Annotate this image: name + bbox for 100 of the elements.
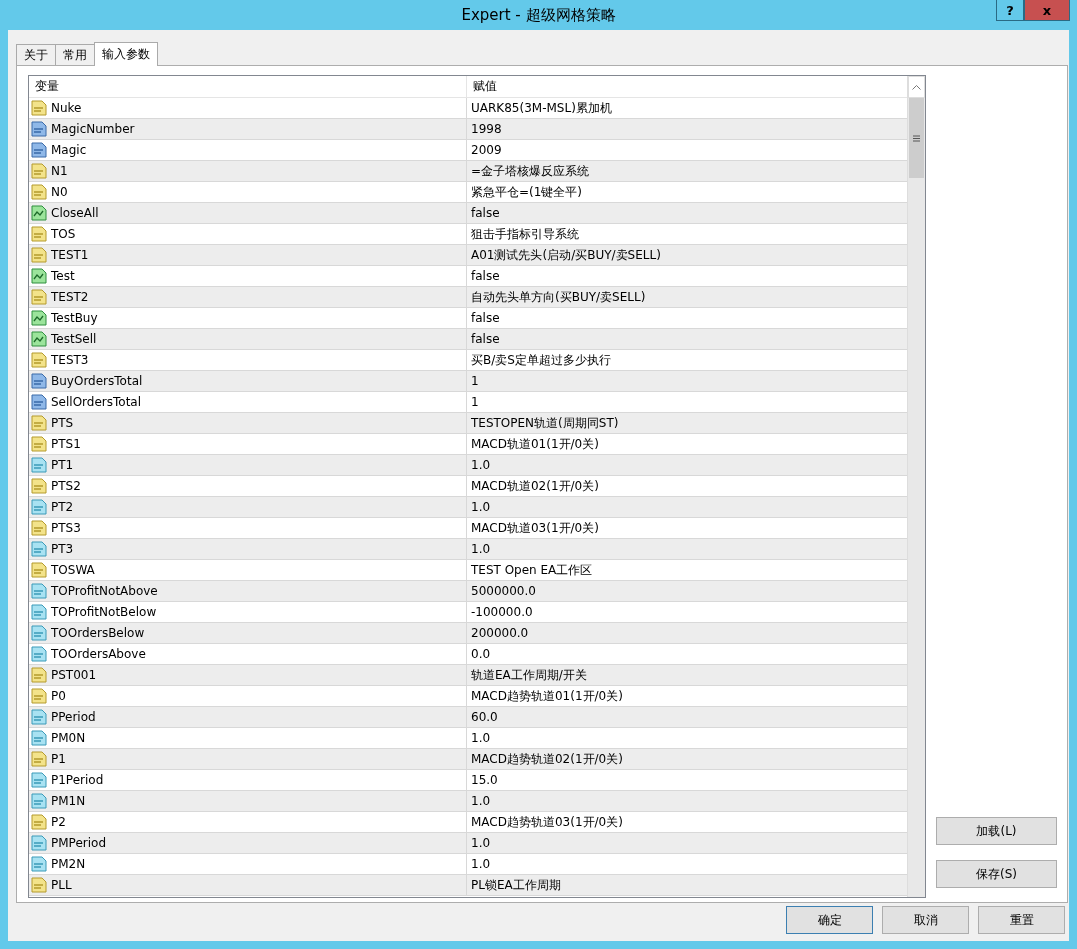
text-type-icon bbox=[31, 520, 47, 536]
parameter-value[interactable]: 1.0 bbox=[467, 497, 907, 517]
decimal-type-icon bbox=[31, 835, 47, 851]
parameter-name: Test bbox=[51, 268, 75, 285]
parameter-value[interactable]: MACD趋势轨道01(1开/0关) bbox=[467, 686, 907, 706]
parameter-name: CloseAll bbox=[51, 205, 99, 222]
text-type-icon bbox=[31, 226, 47, 242]
parameter-value[interactable]: 狙击手指标引导系统 bbox=[467, 224, 907, 244]
dialog-button[interactable]: 确定 bbox=[786, 906, 873, 934]
parameter-value[interactable]: 1998 bbox=[467, 119, 907, 139]
tab[interactable]: 关于 bbox=[16, 44, 56, 65]
integer-type-icon bbox=[31, 373, 47, 389]
dialog-button[interactable]: 取消 bbox=[882, 906, 969, 934]
parameter-name: PTS2 bbox=[51, 478, 81, 495]
parameter-value[interactable]: TESTOPEN轨道(周期同ST) bbox=[467, 413, 907, 433]
parameter-name: TEST1 bbox=[51, 247, 89, 264]
integer-type-icon bbox=[31, 142, 47, 158]
parameter-value[interactable]: 2009 bbox=[467, 140, 907, 160]
parameter-value[interactable]: TEST Open EA工作区 bbox=[467, 560, 907, 580]
parameter-name: PM0N bbox=[51, 730, 86, 747]
parameter-name: Nuke bbox=[51, 100, 82, 117]
close-button[interactable]: x bbox=[1024, 0, 1070, 21]
parameter-name: PTS bbox=[51, 415, 74, 432]
parameter-value[interactable]: MACD趋势轨道02(1开/0关) bbox=[467, 749, 907, 769]
parameter-name: TOProfitNotBelow bbox=[51, 604, 157, 621]
parameter-value[interactable]: A01测试先头(启动/买BUY/卖SELL) bbox=[467, 245, 907, 265]
text-type-icon bbox=[31, 688, 47, 704]
parameter-value[interactable]: MACD轨道02(1开/0关) bbox=[467, 476, 907, 496]
parameter-value[interactable]: false bbox=[467, 266, 907, 286]
decimal-type-icon bbox=[31, 772, 47, 788]
parameter-value[interactable]: 1.0 bbox=[467, 854, 907, 874]
side-button[interactable]: 保存(S) bbox=[936, 860, 1057, 888]
parameter-value[interactable]: PL锁EA工作周期 bbox=[467, 875, 907, 895]
parameter-value[interactable]: 1.0 bbox=[467, 791, 907, 811]
boolean-type-icon bbox=[31, 331, 47, 347]
grip-icon[interactable] bbox=[913, 134, 920, 142]
decimal-type-icon bbox=[31, 457, 47, 473]
boolean-type-icon bbox=[31, 310, 47, 326]
text-type-icon bbox=[31, 562, 47, 578]
parameter-value[interactable]: 60.0 bbox=[467, 707, 907, 727]
parameter-value[interactable]: 200000.0 bbox=[467, 623, 907, 643]
parameter-name: PM1N bbox=[51, 793, 86, 810]
parameter-value[interactable]: 15.0 bbox=[467, 770, 907, 790]
decimal-type-icon bbox=[31, 646, 47, 662]
parameter-value[interactable]: 1 bbox=[467, 392, 907, 412]
parameter-name: P1 bbox=[51, 751, 66, 768]
parameter-value[interactable]: 买B/卖S定单超过多少执行 bbox=[467, 350, 907, 370]
dialog-button[interactable]: 重置 bbox=[978, 906, 1065, 934]
parameter-value[interactable]: 1 bbox=[467, 371, 907, 391]
parameter-name: P1Period bbox=[51, 772, 104, 789]
parameter-value[interactable]: 1.0 bbox=[467, 833, 907, 853]
text-type-icon bbox=[31, 289, 47, 305]
parameter-value[interactable]: 1.0 bbox=[467, 539, 907, 559]
column-header[interactable]: 变量 bbox=[29, 76, 467, 97]
parameter-value[interactable]: MACD趋势轨道03(1开/0关) bbox=[467, 812, 907, 832]
text-type-icon bbox=[31, 415, 47, 431]
parameter-name: MagicNumber bbox=[51, 121, 135, 138]
parameter-name: PM2N bbox=[51, 856, 86, 873]
parameter-value[interactable]: 0.0 bbox=[467, 644, 907, 664]
column-header[interactable]: 赋值 bbox=[467, 76, 907, 97]
parameter-value[interactable]: 1.0 bbox=[467, 455, 907, 475]
decimal-type-icon bbox=[31, 499, 47, 515]
parameter-name: PLL bbox=[51, 877, 72, 894]
parameter-name: PTS1 bbox=[51, 436, 81, 453]
parameter-value[interactable]: 轨道EA工作周期/开关 bbox=[467, 665, 907, 685]
parameter-value[interactable]: =金子塔核爆反应系统 bbox=[467, 161, 907, 181]
tab[interactable]: 输入参数 bbox=[94, 42, 158, 66]
help-button[interactable]: ? bbox=[996, 0, 1024, 21]
text-type-icon bbox=[31, 184, 47, 200]
integer-type-icon bbox=[31, 394, 47, 410]
parameter-value[interactable]: MACD轨道03(1开/0关) bbox=[467, 518, 907, 538]
parameter-value[interactable]: 1.0 bbox=[467, 728, 907, 748]
parameter-value[interactable]: false bbox=[467, 329, 907, 349]
parameter-value[interactable]: false bbox=[467, 308, 907, 328]
parameter-value[interactable]: -100000.0 bbox=[467, 602, 907, 622]
parameter-name: PT1 bbox=[51, 457, 74, 474]
parameter-name: N1 bbox=[51, 163, 68, 180]
parameter-name: PTS3 bbox=[51, 520, 81, 537]
parameter-name: BuyOrdersTotal bbox=[51, 373, 143, 390]
parameter-name: PMPeriod bbox=[51, 835, 106, 852]
parameter-name: SellOrdersTotal bbox=[51, 394, 142, 411]
side-button[interactable]: 加载(L) bbox=[936, 817, 1057, 845]
parameter-name: PT3 bbox=[51, 541, 74, 558]
decimal-type-icon bbox=[31, 541, 47, 557]
decimal-type-icon bbox=[31, 730, 47, 746]
parameter-value[interactable]: MACD轨道01(1开/0关) bbox=[467, 434, 907, 454]
parameter-value[interactable]: 5000000.0 bbox=[467, 581, 907, 601]
text-type-icon bbox=[31, 478, 47, 494]
parameter-value[interactable]: UARK85(3M-MSL)累加机 bbox=[467, 98, 907, 118]
parameter-value[interactable]: false bbox=[467, 203, 907, 223]
scroll-up-icon[interactable] bbox=[912, 84, 921, 90]
parameter-name: N0 bbox=[51, 184, 68, 201]
parameter-name: TEST3 bbox=[51, 352, 89, 369]
text-type-icon bbox=[31, 247, 47, 263]
decimal-type-icon bbox=[31, 604, 47, 620]
parameter-name: TOOrdersBelow bbox=[51, 625, 145, 642]
parameter-name: TOSWA bbox=[51, 562, 95, 579]
parameter-value[interactable]: 自动先头单方向(买BUY/卖SELL) bbox=[467, 287, 907, 307]
parameter-value[interactable]: 紧急平仓=(1键全平) bbox=[467, 182, 907, 202]
scrollbar[interactable] bbox=[907, 76, 925, 897]
